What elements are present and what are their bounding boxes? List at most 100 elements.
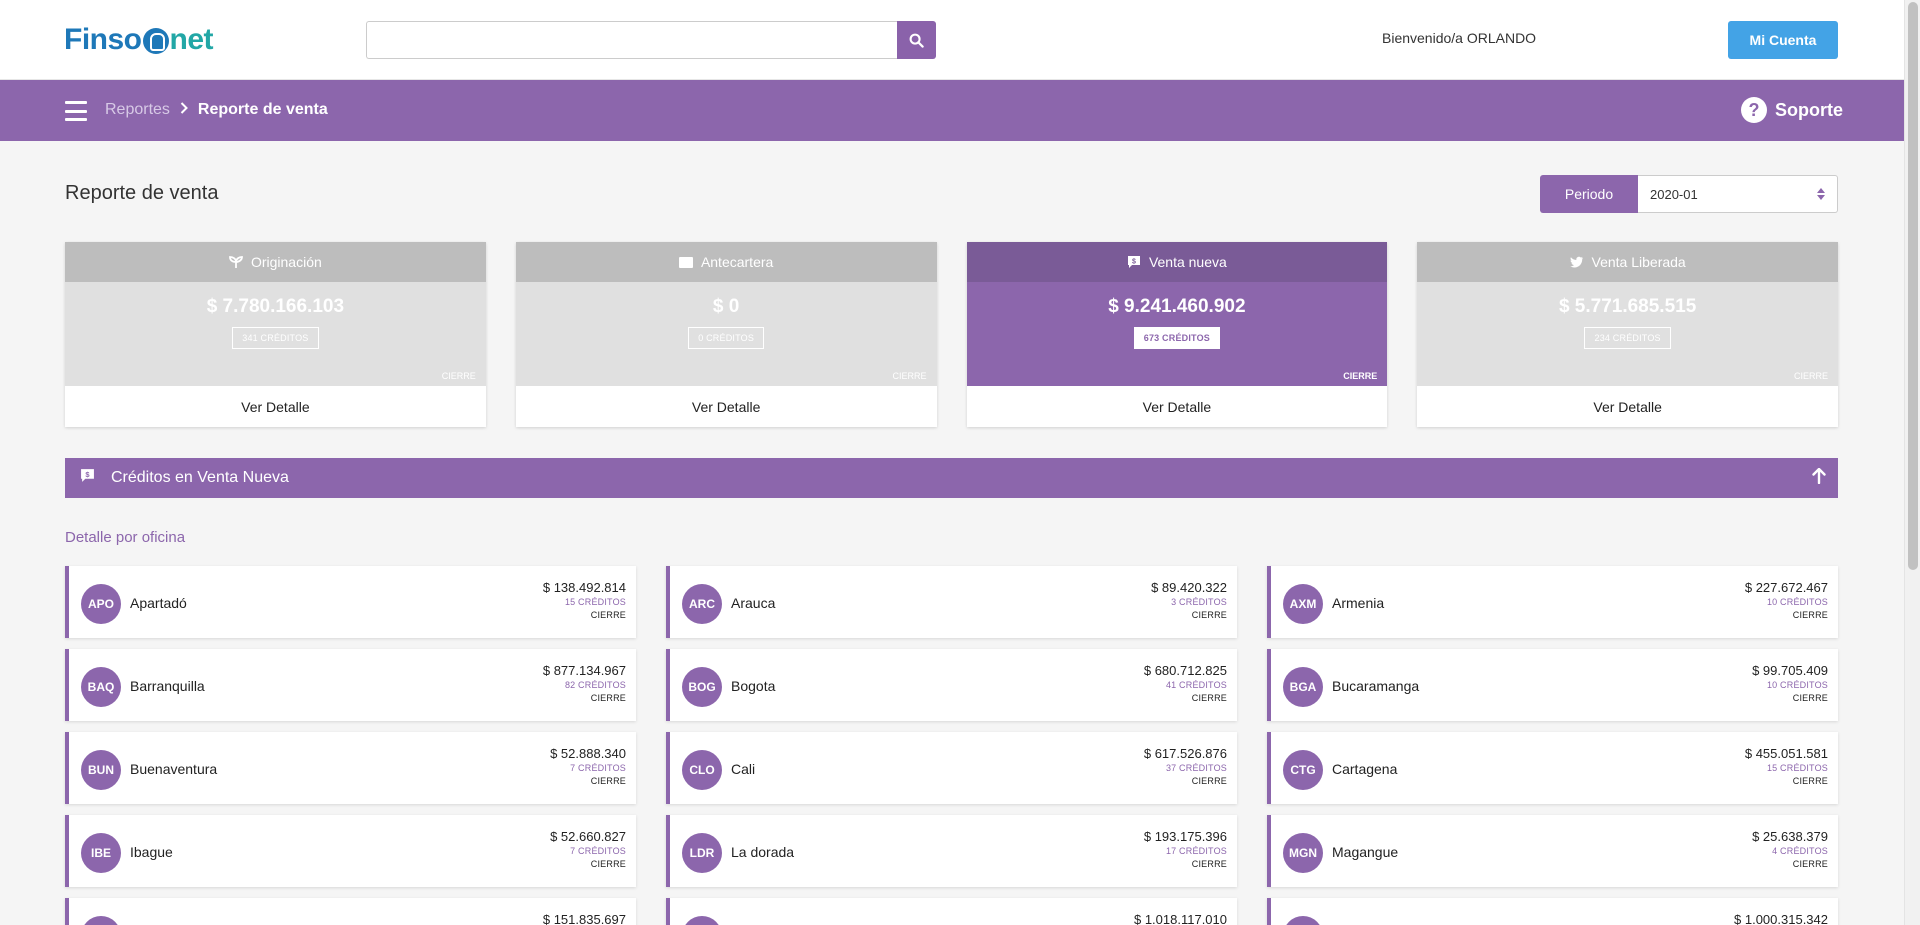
ver-detalle-link[interactable]: Ver Detalle [967,386,1388,427]
card-amount: $ 5.771.685.515 [1558,296,1697,317]
office-cierre: CIERRE [1191,859,1227,869]
office-credits: 82 CRÉDITOS [564,680,626,690]
office-amount: $ 52.660.827 [550,829,626,844]
card-body: $ 0 0 CRÉDITOS CIERRE [515,282,937,386]
office-amount: $ 138.492.814 [542,580,626,595]
my-account-button[interactable]: Mi Cuenta [1728,21,1838,59]
office-stats: $ 138.492.814 15 CRÉDITOS CIERRE [543,580,626,620]
page-title: Reporte de venta [65,182,219,204]
card-header: Venta Liberada [1417,242,1838,282]
search-input[interactable] [366,21,897,59]
office-credits: 4 CRÉDITOS [1772,846,1828,856]
period-value: 2020-01 [1650,186,1698,202]
office-cierre: CIERRE [1792,610,1828,620]
office-card[interactable]: $ 151.835.697 [65,898,636,925]
office-card[interactable]: BUN Buenaventura $ 52.888.340 7 CRÉDITOS CIE… [65,732,636,804]
finsonet-logo[interactable]: Finso net [64,22,213,58]
office-name: Barranquilla [130,678,205,694]
ver-detalle-link[interactable]: Ver Detalle [1417,386,1838,427]
card-credits-badge: 673 CRÉDITOS [1133,327,1220,349]
office-stats: $ 617.526.876 37 CRÉDITOS CIERRE [1144,746,1227,786]
office-card[interactable]: $ 1.000.315.342 [1267,898,1838,925]
office-name: Buenaventura [130,761,218,777]
card-amount: $ 0 [712,296,740,317]
ver-detalle-link[interactable]: Ver Detalle [65,386,486,427]
office-code-avatar: BOG [682,667,722,707]
top-header: Finso net Bienvenido/a ORLANDO Mi Cuenta [0,0,1904,80]
folder-icon [678,257,693,268]
office-amount: $ 52.888.340 [550,746,626,761]
office-code-avatar: BUN [81,750,121,790]
office-card[interactable]: LDR La dorada $ 193.175.396 17 CRÉDITOS CIER… [666,815,1237,887]
card-antecartera[interactable]: Antecartera $ 0 0 CRÉDITOS CIERRE Ver De… [515,242,937,427]
office-name: Arauca [731,595,776,611]
office-name: Bucaramanga [1332,678,1420,694]
logo-text-left: Finso [64,23,142,56]
office-credits: 37 CRÉDITOS [1165,763,1227,773]
office-name: Cartagena [1332,761,1398,777]
office-code-avatar: CTG [1283,750,1323,790]
card-venta-nueva[interactable]: $ Venta nueva $ 9.241.460.902 673 CRÉDIT… [966,242,1388,427]
office-card[interactable]: ARC Arauca $ 89.420.322 3 CRÉDITOS CIERRE [666,566,1237,638]
office-card[interactable]: BOG Bogota $ 680.712.825 41 CRÉDITOS CIERRE [666,649,1237,721]
office-cierre: CIERRE [1792,693,1828,703]
office-stats: $ 1.000.315.342 [1734,912,1828,925]
chevron-right-icon [180,101,188,119]
office-name: Apartadó [130,595,187,611]
search-button[interactable] [897,21,936,59]
support-link[interactable]: ? Soporte [1741,97,1904,123]
select-arrows-icon [1817,188,1825,200]
office-card[interactable]: BGA Bucaramanga $ 99.705.409 10 CRÉDITOS CIE… [1267,649,1838,721]
office-code-avatar: AXM [1283,584,1323,624]
page-scrollbar[interactable] [1904,0,1920,925]
office-card[interactable]: AXM Armenia $ 227.672.467 10 CRÉDITOS CIERRE [1267,566,1838,638]
office-card[interactable]: MGN Magangue $ 25.638.379 4 CRÉDITOS CIERRE [1267,815,1838,887]
office-card[interactable]: APO Apartadó $ 138.492.814 15 CRÉDITOS CIERR… [65,566,636,638]
office-stats: $ 25.638.379 4 CRÉDITOS CIERRE [1752,829,1828,869]
office-card[interactable]: IBE Ibague $ 52.660.827 7 CRÉDITOS CIERRE [65,815,636,887]
office-credits: 41 CRÉDITOS [1165,680,1227,690]
office-cierre: CIERRE [1792,776,1828,786]
period-select[interactable]: 2020-01 [1638,175,1838,213]
office-card[interactable]: CLO Cali $ 617.526.876 37 CRÉDITOS CIERRE [666,732,1237,804]
arrow-up-icon[interactable] [1812,467,1826,489]
office-cierre: CIERRE [590,693,626,703]
office-stats: $ 151.835.697 [543,912,626,925]
period-label: Periodo [1540,175,1638,213]
ver-detalle-link[interactable]: Ver Detalle [516,386,937,427]
office-stats: $ 99.705.409 10 CRÉDITOS CIERRE [1752,663,1828,703]
card-venta-liberada[interactable]: Venta Liberada $ 5.771.685.515 234 CRÉDI… [1417,242,1838,427]
office-name: Magangue [1332,844,1399,860]
card-cierre: CIERRE [892,371,927,381]
office-code-avatar [682,916,722,925]
office-credits: 3 CRÉDITOS [1171,597,1227,607]
office-stats: $ 680.712.825 41 CRÉDITOS CIERRE [1144,663,1227,703]
office-code-avatar: LDR [682,833,722,873]
office-credits: 10 CRÉDITOS [1766,597,1828,607]
office-code-avatar: BAQ [81,667,121,707]
scrollbar-thumb[interactable] [1908,2,1918,570]
logo-hand-icon [142,28,169,54]
breadcrumb-reportes[interactable]: Reportes [105,101,170,119]
card-amount: $ 9.241.460.902 [1108,296,1246,317]
office-amount: $ 151.835.697 [542,912,626,925]
svg-text:$: $ [1132,259,1136,266]
card-cierre: CIERRE [1343,371,1378,381]
creditos-venta-nueva-header[interactable]: $ Créditos en Venta Nueva [65,458,1838,498]
office-code-avatar [1283,916,1323,925]
office-cierre: CIERRE [1191,610,1227,620]
office-grid: APO Apartadó $ 138.492.814 15 CRÉDITOS CIERR… [65,566,1838,925]
office-name: La dorada [731,844,795,860]
card-originacion[interactable]: Originación $ 7.780.166.103 341 CRÉDITOS… [65,242,486,427]
breadcrumb: Reportes Reporte de venta [105,101,328,119]
summary-cards: Originación $ 7.780.166.103 341 CRÉDITOS… [65,242,1838,427]
office-card[interactable]: BAQ Barranquilla $ 877.134.967 82 CRÉDITOS C… [65,649,636,721]
office-cierre: CIERRE [590,776,626,786]
period-selector: Periodo 2020-01 [1540,175,1838,213]
help-icon: ? [1741,97,1767,123]
card-body: $ 5.771.685.515 234 CRÉDITOS CIERRE [1417,282,1838,386]
office-credits: 7 CRÉDITOS [570,763,626,773]
office-card[interactable]: CTG Cartagena $ 455.051.581 15 CRÉDITOS CIER… [1267,732,1838,804]
office-card[interactable]: $ 1.018.117.010 [666,898,1237,925]
menu-icon[interactable] [65,101,87,121]
